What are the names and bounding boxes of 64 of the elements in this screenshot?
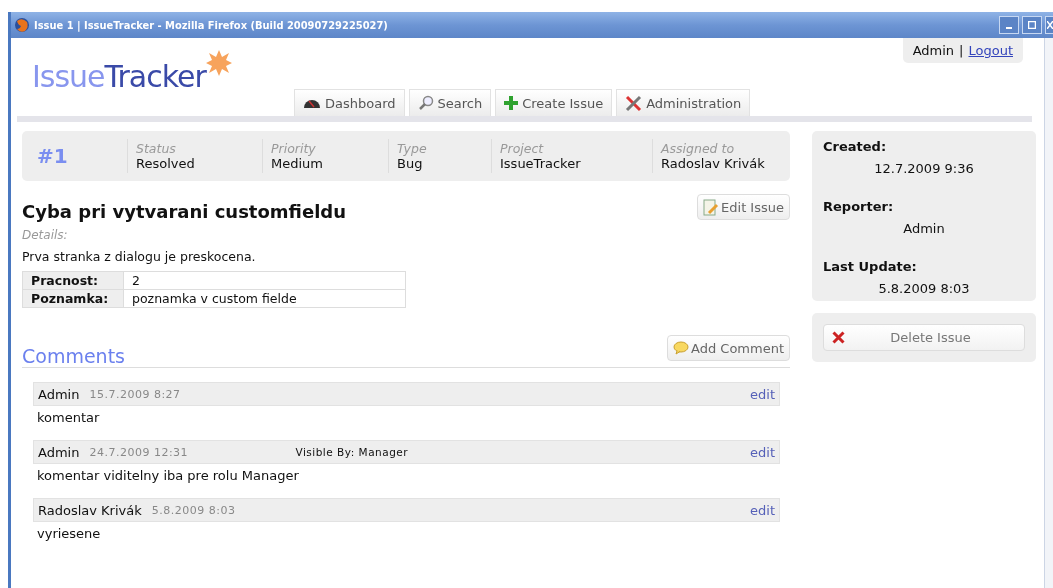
issuetracker-logo[interactable]: IssueTracker <box>32 60 206 94</box>
nav-tab[interactable]: Search <box>408 89 492 116</box>
speech-bubble-icon <box>673 341 689 355</box>
scrollbar[interactable] <box>1044 38 1053 588</box>
issue-title: Cyba pri vytvarani customfieldu <box>22 201 346 222</box>
notepad-pencil-icon <box>703 198 720 216</box>
magnifier-icon <box>417 95 434 111</box>
issue-description: Prva stranka z dialogu je preskocena. <box>22 249 257 264</box>
field-label: Status <box>136 141 177 156</box>
field-value: Medium <box>271 156 324 171</box>
field-value: Resolved <box>136 156 196 171</box>
minimize-button[interactable] <box>999 16 1019 34</box>
field-value: IssueTracker <box>500 156 582 171</box>
info-label: Reporter: <box>823 199 895 216</box>
close-icon <box>1046 21 1053 29</box>
plus-icon <box>504 96 519 110</box>
cross-icon <box>832 331 845 344</box>
starburst-icon <box>205 50 232 76</box>
user-name: Admin <box>912 43 955 58</box>
edit-link[interactable]: edit <box>750 502 775 518</box>
separator: | <box>959 43 964 58</box>
details-label: Details: <box>22 228 69 242</box>
nav-tab[interactable]: Dashboard <box>294 89 405 116</box>
comment-author: Admin <box>38 386 80 402</box>
comment-date: 24.7.2009 12:31 <box>89 445 190 459</box>
edit-link[interactable]: edit <box>750 386 775 402</box>
tools-icon <box>625 94 643 112</box>
field-value: Radoslav Krivák <box>661 156 766 171</box>
comment-author: Admin <box>38 444 80 460</box>
comment-date: 15.7.2009 8:27 <box>89 387 182 401</box>
info-value: Admin <box>902 221 946 238</box>
custom-field-value: 2 <box>123 271 406 290</box>
maximize-icon <box>1028 21 1036 29</box>
info-value: 12.7.2009 9:36 <box>873 161 975 178</box>
field-label: Project <box>500 141 545 156</box>
info-label: Last Update: <box>823 259 918 276</box>
logout-link[interactable]: Logout <box>968 43 1013 58</box>
gauge-icon <box>303 97 321 109</box>
field-value: Bug <box>397 156 424 171</box>
info-label: Created: <box>823 139 888 156</box>
comment-visibility: Visible By: Manager <box>295 446 409 458</box>
browser-globe-icon <box>14 17 30 33</box>
comment-text: komentar <box>36 409 101 427</box>
comment-date: 5.8.2009 8:03 <box>151 503 237 517</box>
comment-text: komentar viditelny iba pre rolu Manager <box>36 467 300 485</box>
field-label: Assigned to <box>661 141 736 156</box>
add-comment-button[interactable]: Add Comment <box>667 335 790 361</box>
comment-author: Radoslav Krivák <box>38 502 142 518</box>
comment-text: vyriesene <box>36 525 102 543</box>
edit-link[interactable]: edit <box>750 444 775 460</box>
edit-issue-button[interactable]: Edit Issue <box>697 194 790 220</box>
field-label: Priority <box>271 141 317 156</box>
custom-field-label: Pracnost: <box>22 271 124 290</box>
delete-issue-button[interactable]: Delete Issue <box>823 324 1025 351</box>
issue-number: #1 <box>36 144 69 168</box>
info-value: 5.8.2009 8:03 <box>877 281 971 298</box>
nav-tab[interactable]: Administration <box>616 89 751 116</box>
maximize-button[interactable] <box>1022 16 1042 34</box>
custom-field-value: poznamka v custom fielde <box>123 289 406 308</box>
nav-tab[interactable]: Create Issue <box>495 89 613 116</box>
close-button[interactable] <box>1045 16 1053 34</box>
window-title: Issue 1 | IssueTracker - Mozilla Firefox (Build 20090729225027) <box>34 18 388 32</box>
field-label: Type <box>397 141 428 156</box>
comments-heading: Comments <box>22 345 125 367</box>
